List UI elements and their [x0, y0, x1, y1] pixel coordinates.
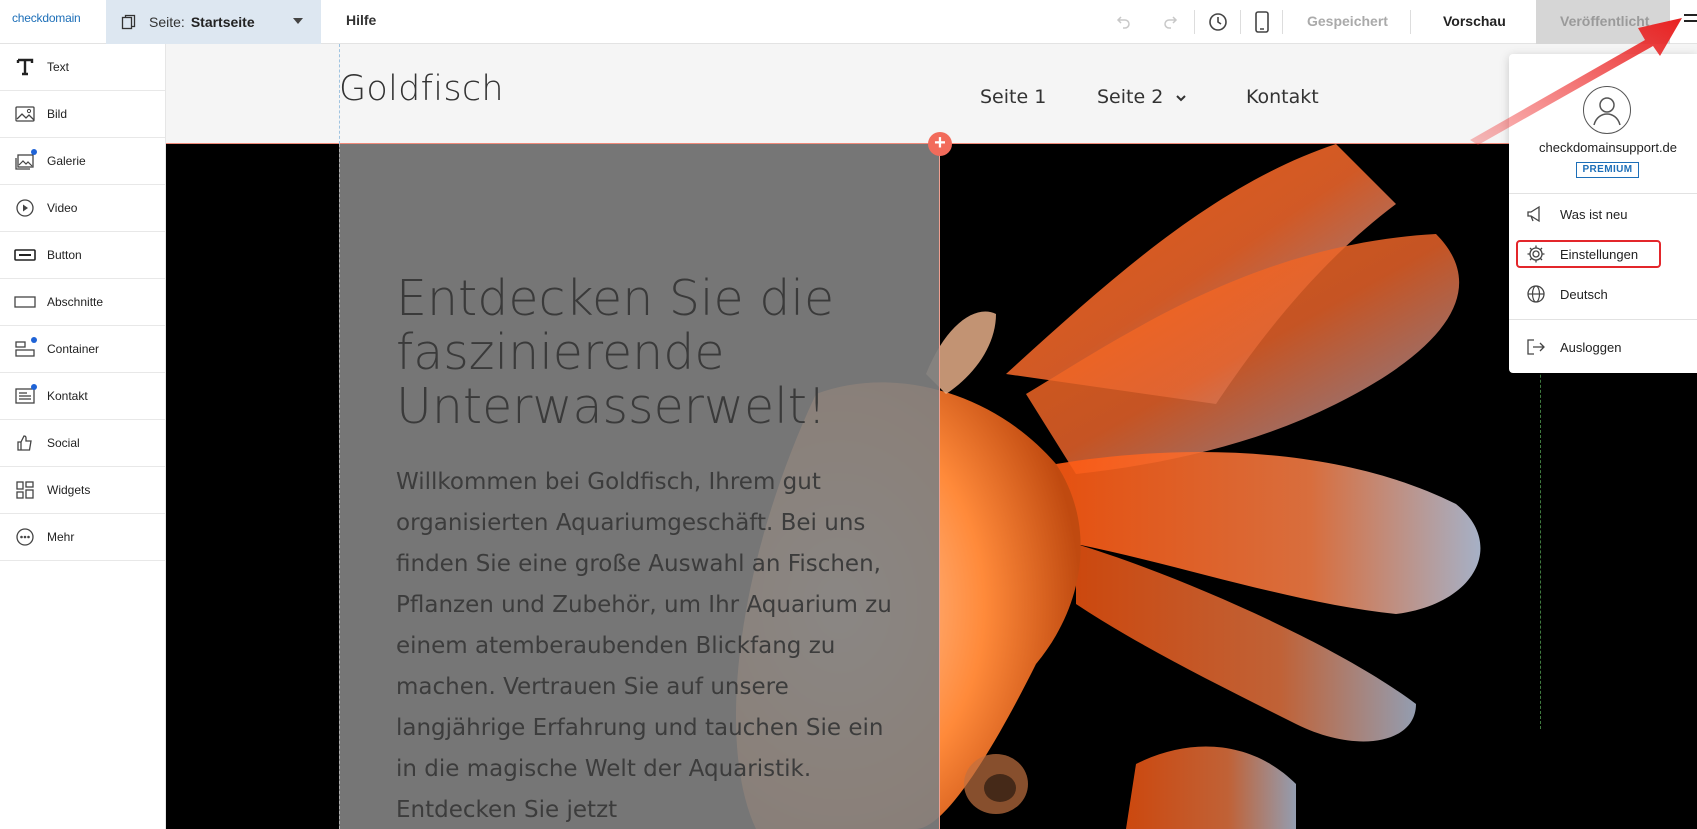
panel-item-label: Button	[47, 248, 82, 262]
panel-item-label: Container	[47, 342, 100, 356]
layout-guide	[339, 44, 340, 144]
panel-item-gallery[interactable]: Galerie	[0, 138, 165, 185]
chevron-down-icon	[293, 18, 303, 24]
help-menu[interactable]: Hilfe	[346, 12, 376, 28]
mobile-view-icon[interactable]	[1250, 10, 1274, 34]
thumbs-up-icon	[14, 432, 36, 454]
chevron-down-icon	[1169, 86, 1187, 108]
editor-app: checkdomain Seite: Startseite Hilfe Gesp…	[0, 0, 1697, 829]
nav-link-seite-2[interactable]: Seite 2	[1097, 86, 1187, 108]
panel-item-container[interactable]: Container	[0, 326, 165, 373]
panel-item-contact[interactable]: Kontakt	[0, 373, 165, 420]
menu-item-label: Ausloggen	[1560, 339, 1622, 355]
text-icon	[14, 56, 36, 78]
page-selector[interactable]: Seite: Startseite	[106, 0, 321, 44]
checkdomain-logo: checkdomain	[12, 11, 81, 25]
hero-section[interactable]: Entdecken Sie die faszinierende Unterwas…	[166, 144, 1697, 829]
site-header[interactable]: Goldfisch Seite 1 Seite 2 Kontakt	[166, 44, 1697, 144]
gear-icon	[1525, 243, 1547, 265]
panel-item-label: Social	[47, 436, 80, 450]
history-icon[interactable]	[1206, 10, 1230, 34]
hero-title[interactable]: Entdecken Sie die faszinierende Unterwas…	[396, 272, 916, 434]
panel-item-widgets[interactable]: Widgets	[0, 467, 165, 514]
page-selector-value: Startseite	[190, 14, 255, 30]
pages-icon	[121, 14, 137, 30]
menu-item-language[interactable]: Deutsch	[1525, 280, 1685, 308]
nav-link-kontakt[interactable]: Kontakt	[1246, 86, 1319, 108]
panel-item-sections[interactable]: Abschnitte	[0, 279, 165, 326]
panel-item-label: Video	[47, 201, 78, 215]
logout-icon	[1525, 336, 1547, 358]
panel-item-label: Widgets	[47, 483, 91, 497]
undo-icon[interactable]	[1112, 10, 1136, 34]
menu-item-label: Was ist neu	[1560, 206, 1628, 222]
hero-paragraph[interactable]: Willkommen bei Goldfisch, Ihrem gut orga…	[396, 462, 896, 829]
site-logo[interactable]: Goldfisch	[339, 69, 504, 109]
menu-item-label: Deutsch	[1560, 286, 1608, 302]
editor-canvas[interactable]: Goldfisch Seite 1 Seite 2 Kontakt Entdec…	[166, 44, 1697, 829]
panel-item-label: Abschnitte	[47, 295, 104, 309]
saved-status: Gespeichert	[1307, 13, 1388, 29]
container-icon	[14, 337, 37, 360]
page-selector-label: Seite:	[149, 14, 185, 30]
premium-badge: PREMIUM	[1576, 162, 1639, 178]
image-icon	[14, 103, 36, 125]
panel-item-social[interactable]: Social	[0, 420, 165, 467]
widgets-icon	[14, 479, 36, 501]
redo-icon[interactable]	[1158, 10, 1182, 34]
hero-text-box[interactable]: Entdecken Sie die faszinierende Unterwas…	[339, 144, 940, 829]
section-icon	[14, 291, 36, 313]
panel-item-video[interactable]: Video	[0, 185, 165, 232]
account-email: checkdomainsupport.de	[1538, 140, 1678, 155]
panel-item-text[interactable]: Text	[0, 44, 165, 91]
publish-button[interactable]: Veröffentlicht	[1536, 0, 1670, 44]
panel-item-image[interactable]: Bild	[0, 91, 165, 138]
account-menu: checkdomainsupport.de PREMIUM Was ist ne…	[1509, 54, 1697, 373]
menu-item-label: Einstellungen	[1560, 246, 1639, 262]
contact-icon	[14, 384, 37, 407]
panel-item-label: Kontakt	[47, 389, 88, 403]
video-icon	[14, 197, 36, 219]
menu-item-settings[interactable]: Einstellungen	[1516, 240, 1661, 268]
more-icon	[14, 526, 36, 548]
element-panel: Text Bild Galerie Video Button Abschnitt…	[0, 44, 166, 829]
panel-item-label: Galerie	[47, 154, 86, 168]
menu-item-logout[interactable]: Ausloggen	[1525, 333, 1685, 361]
menu-item-whats-new[interactable]: Was ist neu	[1525, 200, 1685, 228]
panel-item-label: Mehr	[47, 530, 75, 544]
add-section-button[interactable]: +	[928, 132, 952, 156]
preview-button[interactable]: Vorschau	[1443, 13, 1506, 29]
panel-item-label: Text	[47, 60, 70, 74]
nav-link-label: Seite 2	[1097, 86, 1164, 108]
gallery-icon	[14, 149, 37, 172]
megaphone-icon	[1525, 203, 1547, 225]
panel-item-more[interactable]: Mehr	[0, 514, 165, 561]
nav-link-seite-1[interactable]: Seite 1	[980, 86, 1046, 108]
hamburger-menu-icon[interactable]	[1684, 14, 1697, 28]
globe-icon	[1525, 283, 1547, 305]
panel-item-label: Bild	[47, 107, 68, 121]
button-icon	[14, 244, 36, 266]
panel-item-button[interactable]: Button	[0, 232, 165, 279]
top-toolbar: checkdomain Seite: Startseite Hilfe Gesp…	[0, 0, 1697, 44]
user-avatar-icon	[1583, 86, 1631, 134]
